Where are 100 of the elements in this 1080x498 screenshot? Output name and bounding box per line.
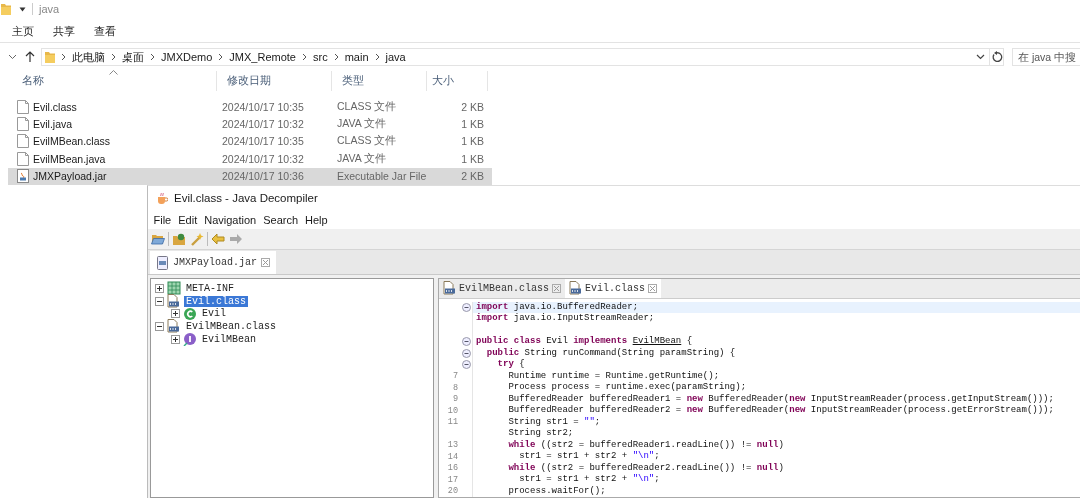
file-icon bbox=[17, 117, 29, 132]
column-header[interactable]: 修改日期 bbox=[222, 74, 271, 88]
date-modified: 2024/10/17 10:35 bbox=[221, 135, 305, 148]
file-name: JMXPayload.jar bbox=[33, 170, 107, 183]
code-line: Runtime runtime = Runtime.getRuntime(); bbox=[507, 370, 721, 382]
chevron-icon bbox=[61, 53, 66, 61]
file-icon bbox=[17, 151, 29, 166]
tab-label[interactable]: JMXPayload.jar bbox=[173, 257, 257, 268]
date-modified: 2024/10/17 10:32 bbox=[221, 118, 305, 131]
tree-item[interactable]: EvilMBean.class bbox=[184, 320, 278, 332]
close-icon[interactable] bbox=[648, 283, 658, 293]
file-row[interactable]: EvilMBean.class 2024/10/17 10:35 CLASS 文件 1 KB bbox=[8, 132, 492, 151]
line-number: 9 bbox=[452, 394, 458, 405]
editor-tab[interactable]: EvilMBean.class bbox=[439, 279, 565, 298]
window-title: Evil.class - Java Decompiler bbox=[174, 192, 318, 204]
line-number: 8 bbox=[452, 382, 458, 393]
dropdown-caret-icon[interactable] bbox=[976, 54, 985, 60]
package-icon bbox=[167, 281, 181, 296]
menu-item[interactable]: Search bbox=[259, 213, 302, 226]
code-line: import java.io.InputStreamReader; bbox=[475, 313, 656, 325]
chevron-icon bbox=[302, 53, 307, 61]
folder-icon[interactable] bbox=[172, 232, 186, 246]
tab-label[interactable]: EvilMBean.class bbox=[459, 282, 549, 294]
collapse-icon[interactable] bbox=[461, 360, 471, 370]
editor-tab[interactable]: Evil.class bbox=[565, 279, 662, 298]
file-row[interactable]: EvilMBean.java 2024/10/17 10:32 JAVA 文件 1 KB bbox=[8, 150, 492, 168]
refresh-button[interactable] bbox=[990, 48, 1004, 66]
up-arrow-icon[interactable] bbox=[25, 51, 35, 63]
date-modified: 2024/10/17 10:36 bbox=[221, 170, 305, 183]
code-line: str1 = str1 + str2 + "\n"; bbox=[518, 451, 661, 463]
expand-icon[interactable] bbox=[155, 283, 164, 293]
column-header[interactable]: 类型 bbox=[337, 74, 364, 88]
column-header[interactable]: 名称 bbox=[17, 74, 44, 88]
code-line: try { bbox=[496, 359, 526, 371]
window-title: java bbox=[32, 3, 60, 15]
expand-icon[interactable] bbox=[171, 334, 180, 344]
chevron-icon bbox=[374, 53, 380, 61]
breadcrumb-item[interactable]: 桌面 bbox=[122, 49, 144, 65]
code-line: while ((str2 = bufferedReader2.readLine()) != null) bbox=[507, 462, 785, 474]
file-size: 1 KB bbox=[460, 152, 485, 165]
code-line: BufferedReader bufferedReader1 = new BufferedReader(new InputStreamReader(process.getInputStream())); bbox=[507, 393, 1055, 405]
dropdown-caret-icon[interactable] bbox=[19, 6, 26, 12]
jar-file-icon bbox=[156, 255, 169, 270]
class-file-icon bbox=[443, 281, 456, 296]
collapse-icon[interactable] bbox=[461, 302, 471, 312]
file-size: 1 KB bbox=[460, 135, 485, 148]
line-number: 17 bbox=[447, 474, 458, 485]
address-bar[interactable]: 此电脑 桌面 JMXDemo JMX_Remote src main java bbox=[41, 48, 990, 66]
close-icon[interactable] bbox=[261, 258, 270, 267]
file-row[interactable]: Evil.class 2024/10/17 10:35 CLASS 文件 2 KB bbox=[8, 98, 492, 116]
jar-file-icon bbox=[17, 169, 29, 184]
code-line: String str1 = ""; bbox=[507, 416, 602, 428]
tree-item[interactable]: EvilMBean bbox=[200, 333, 258, 345]
expand-icon[interactable] bbox=[155, 296, 164, 306]
menu-item[interactable]: Help bbox=[301, 213, 332, 226]
menu-item[interactable]: File bbox=[150, 213, 175, 226]
code-line: str1 = str1 + str2 + "\n"; bbox=[518, 474, 661, 486]
breadcrumb-item[interactable]: JMX_Remote bbox=[229, 51, 296, 63]
menu-item[interactable]: Edit bbox=[174, 213, 201, 226]
ribbon-tab[interactable]: 查看 bbox=[84, 23, 125, 39]
class-file-icon bbox=[167, 294, 181, 309]
interface-icon bbox=[183, 332, 197, 347]
tree-item[interactable]: META-INF bbox=[184, 282, 236, 294]
back-arrow-icon[interactable] bbox=[211, 232, 225, 246]
line-number: 14 bbox=[447, 451, 458, 462]
breadcrumb-item[interactable]: 此电脑 bbox=[72, 49, 105, 65]
search-field[interactable]: 在 java 中搜 bbox=[1012, 48, 1080, 66]
file-type: JAVA 文件 bbox=[336, 151, 388, 166]
tree-item[interactable]: Evil bbox=[200, 308, 228, 320]
breadcrumb-item[interactable]: java bbox=[385, 51, 406, 63]
line-number: 20 bbox=[447, 486, 458, 497]
breadcrumb-item[interactable]: src bbox=[313, 51, 328, 63]
tab-label[interactable]: Evil.class bbox=[585, 282, 646, 294]
file-type: CLASS 文件 bbox=[336, 134, 398, 149]
open-folder-icon[interactable] bbox=[151, 232, 165, 246]
file-row[interactable]: Evil.java 2024/10/17 10:32 JAVA 文件 1 KB bbox=[8, 115, 492, 133]
class-icon bbox=[183, 306, 197, 321]
class-file-icon bbox=[569, 281, 582, 296]
chevron-icon bbox=[150, 53, 155, 61]
column-header[interactable]: 大小 bbox=[427, 74, 454, 88]
file-icon bbox=[17, 99, 29, 114]
ribbon-tab[interactable]: 主页 bbox=[2, 23, 43, 39]
file-icon bbox=[17, 134, 29, 149]
recent-locations-icon[interactable] bbox=[8, 54, 17, 60]
code-line: process.waitFor(); bbox=[507, 485, 607, 497]
breadcrumb-item[interactable]: main bbox=[344, 51, 369, 63]
menu-item[interactable]: Navigation bbox=[200, 213, 260, 226]
folder-icon bbox=[45, 51, 55, 63]
tree-item[interactable]: Evil.class bbox=[184, 295, 248, 307]
expand-icon[interactable] bbox=[171, 309, 180, 319]
collapse-icon[interactable] bbox=[461, 348, 471, 358]
file-tab[interactable]: JMXPayload.jar bbox=[150, 251, 276, 274]
ribbon-tab[interactable]: 共享 bbox=[43, 23, 84, 39]
collapse-icon[interactable] bbox=[461, 337, 471, 347]
file-name: EvilMBean.class bbox=[33, 135, 111, 148]
coffee-cup-icon bbox=[156, 192, 168, 204]
file-row[interactable]: JMXPayload.jar 2024/10/17 10:36 Executable Jar File 2 KB bbox=[8, 167, 492, 185]
file-type: CLASS 文件 bbox=[336, 99, 398, 114]
breadcrumb-item[interactable]: JMXDemo bbox=[161, 51, 213, 63]
expand-icon[interactable] bbox=[155, 321, 164, 331]
